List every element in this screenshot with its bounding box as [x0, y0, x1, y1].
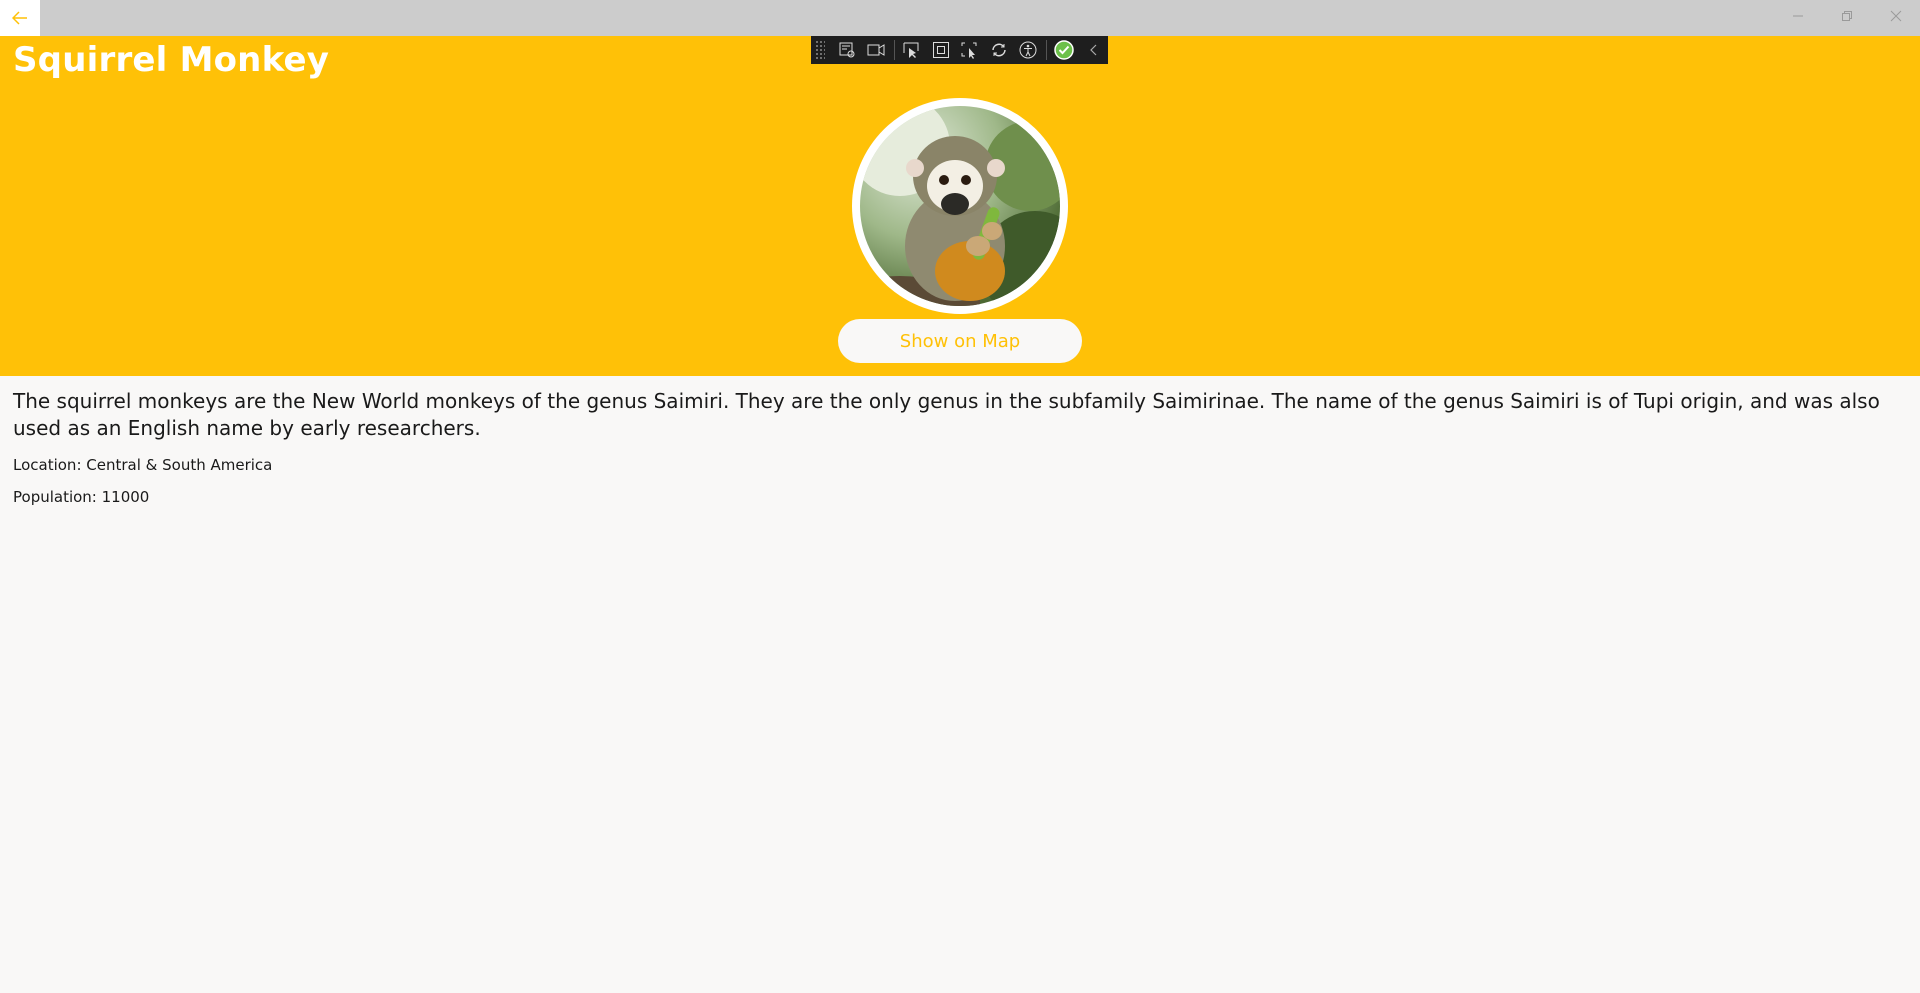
- check-circle-icon[interactable]: [1050, 36, 1079, 64]
- hot-reload-icon[interactable]: [985, 36, 1014, 64]
- population-label: Population: 11000: [13, 488, 150, 506]
- video-icon[interactable]: [862, 36, 891, 64]
- grip-icon[interactable]: [815, 40, 825, 60]
- page-title: Squirrel Monkey: [13, 40, 330, 80]
- minimize-icon: [1792, 15, 1803, 17]
- live-visual-tree-icon[interactable]: [833, 36, 862, 64]
- maximize-button[interactable]: [1822, 0, 1871, 32]
- back-button[interactable]: [0, 0, 40, 36]
- minimize-button[interactable]: [1773, 0, 1822, 32]
- show-on-map-button[interactable]: Show on Map: [838, 319, 1082, 363]
- arrow-left-icon: [12, 11, 27, 25]
- close-button[interactable]: [1871, 0, 1920, 32]
- title-bar: [0, 0, 1920, 36]
- toolbar-separator: [893, 40, 895, 60]
- toolbar-separator: [1045, 40, 1047, 60]
- debug-toolbar: [811, 36, 1108, 64]
- restore-icon: [1841, 11, 1852, 21]
- display-layout-adorners-icon[interactable]: [927, 36, 956, 64]
- select-element-icon[interactable]: [898, 36, 927, 64]
- avatar-frame: [852, 98, 1068, 314]
- animal-description: The squirrel monkeys are the New World m…: [13, 389, 1880, 440]
- location-label: Location: Central & South America: [13, 456, 273, 474]
- window-controls: [1773, 0, 1920, 36]
- accessibility-icon[interactable]: [1014, 36, 1043, 64]
- details-section: The squirrel monkeys are the New World m…: [13, 388, 1893, 506]
- collapse-chevron-icon[interactable]: [1079, 36, 1108, 64]
- header-banner: Squirrel Monkey Show on Map: [0, 36, 1920, 376]
- close-icon: [1890, 10, 1901, 22]
- squirrel-monkey-photo: [860, 106, 1060, 306]
- track-focus-icon[interactable]: [956, 36, 985, 64]
